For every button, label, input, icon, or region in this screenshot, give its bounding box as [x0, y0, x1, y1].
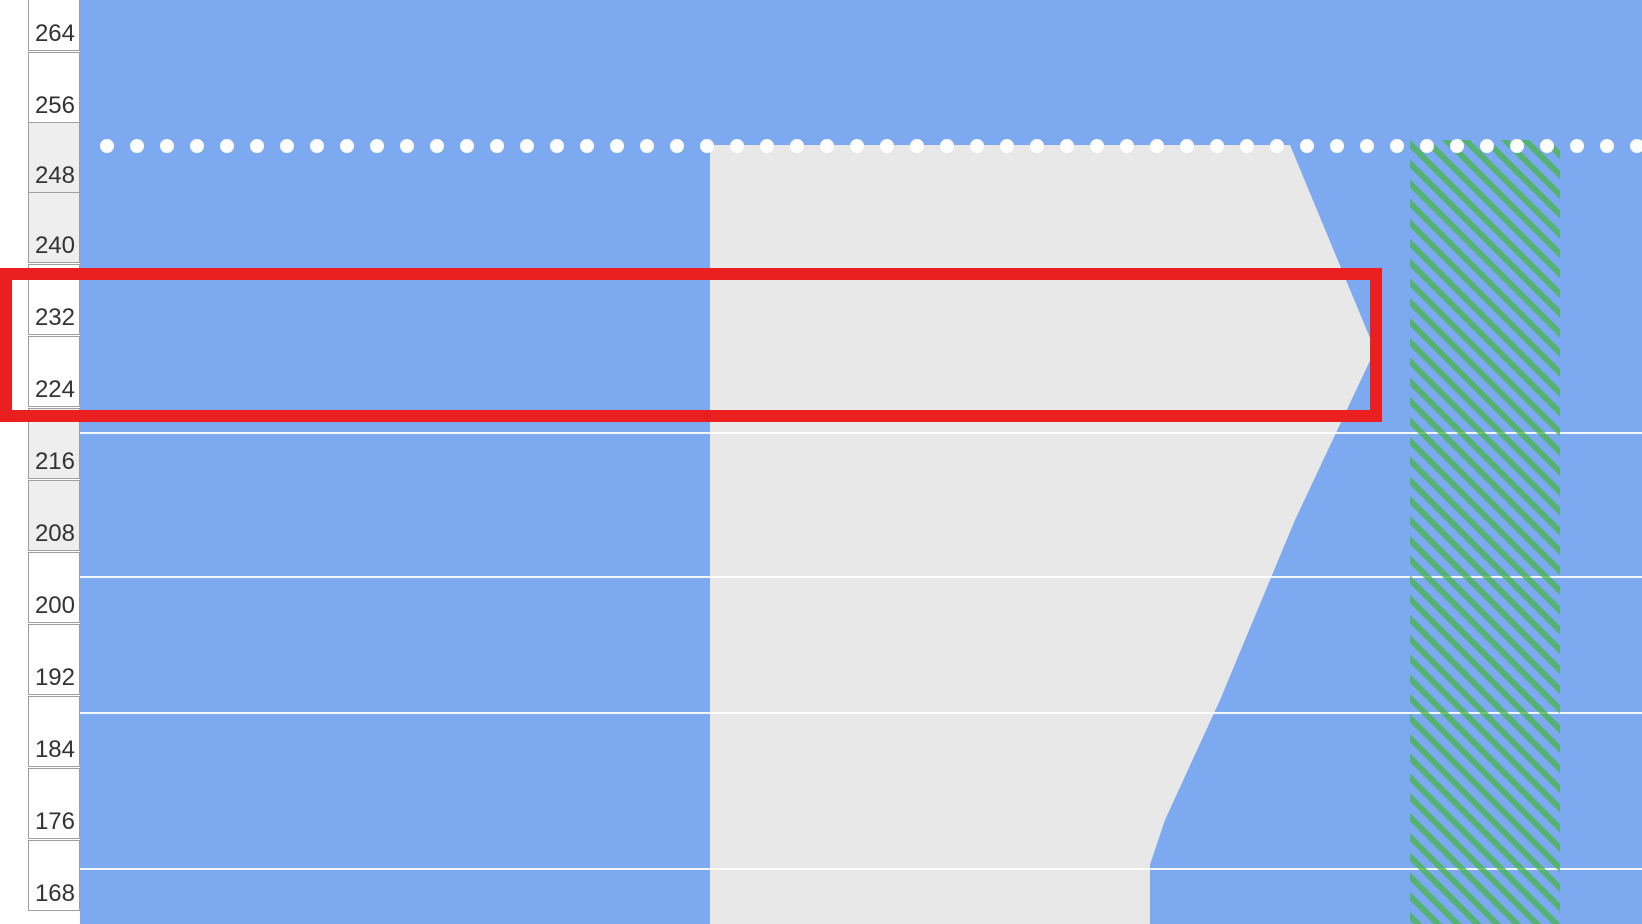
green-hatched-overlay — [1410, 140, 1560, 924]
y-tick: 176 — [28, 768, 80, 839]
threshold-dot — [970, 139, 984, 153]
threshold-dot — [460, 139, 474, 153]
threshold-dot — [400, 139, 414, 153]
threshold-dot — [1240, 139, 1254, 153]
y-tick-label: 184 — [35, 736, 75, 764]
dotted-threshold-line — [80, 136, 1642, 156]
y-tick: 192 — [28, 624, 80, 695]
threshold-dot — [520, 139, 534, 153]
threshold-dot — [160, 139, 174, 153]
plot-area[interactable] — [80, 0, 1642, 924]
y-tick-label: 264 — [35, 20, 75, 48]
threshold-dot — [1120, 139, 1134, 153]
threshold-dot — [1480, 139, 1494, 153]
threshold-dot — [730, 139, 744, 153]
threshold-dot — [580, 139, 594, 153]
threshold-dot — [220, 139, 234, 153]
threshold-dot — [610, 139, 624, 153]
y-tick: 168 — [28, 840, 80, 911]
threshold-dot — [790, 139, 804, 153]
gridline — [80, 868, 1642, 870]
threshold-dot — [700, 139, 714, 153]
threshold-dot — [1450, 139, 1464, 153]
y-tick: 264 — [28, 0, 80, 51]
threshold-dot — [760, 139, 774, 153]
threshold-dot — [1510, 139, 1524, 153]
threshold-dot — [550, 139, 564, 153]
threshold-dot — [880, 139, 894, 153]
threshold-dot — [940, 139, 954, 153]
threshold-dot — [1270, 139, 1284, 153]
threshold-dot — [1330, 139, 1344, 153]
threshold-dot — [340, 139, 354, 153]
threshold-dot — [1300, 139, 1314, 153]
y-tick: 240 — [28, 192, 80, 263]
threshold-dot — [250, 139, 264, 153]
gridline — [80, 712, 1642, 714]
threshold-dot — [100, 139, 114, 153]
threshold-dot — [1210, 139, 1224, 153]
threshold-dot — [670, 139, 684, 153]
y-tick-label: 240 — [35, 232, 75, 260]
y-axis: 264256248240232224216208200192184176168 — [28, 0, 80, 924]
y-tick-label: 216 — [35, 448, 75, 476]
y-tick: 200 — [28, 552, 80, 623]
threshold-dot — [1030, 139, 1044, 153]
threshold-dot — [1390, 139, 1404, 153]
y-tick: 248 — [28, 122, 80, 193]
threshold-dot — [1420, 139, 1434, 153]
threshold-dot — [1090, 139, 1104, 153]
y-tick-label: 248 — [35, 162, 75, 190]
threshold-dot — [910, 139, 924, 153]
threshold-dot — [850, 139, 864, 153]
threshold-dot — [1630, 139, 1642, 153]
threshold-dot — [1360, 139, 1374, 153]
threshold-dot — [310, 139, 324, 153]
threshold-dot — [1060, 139, 1074, 153]
threshold-dot — [280, 139, 294, 153]
threshold-dot — [1180, 139, 1194, 153]
y-tick: 256 — [28, 52, 80, 123]
threshold-dot — [820, 139, 834, 153]
threshold-dot — [1570, 139, 1584, 153]
gridline — [80, 576, 1642, 578]
threshold-dot — [1000, 139, 1014, 153]
y-tick-label: 200 — [35, 592, 75, 620]
threshold-dot — [190, 139, 204, 153]
y-tick: 208 — [28, 480, 80, 551]
highlight-selection-box[interactable] — [0, 268, 1382, 422]
y-tick-label: 208 — [35, 520, 75, 548]
y-tick: 184 — [28, 696, 80, 767]
gridline — [80, 432, 1642, 434]
y-tick-label: 192 — [35, 664, 75, 692]
y-tick-label: 168 — [35, 880, 75, 908]
y-tick-label: 176 — [35, 808, 75, 836]
threshold-dot — [1600, 139, 1614, 153]
y-tick-label: 256 — [35, 92, 75, 120]
threshold-dot — [130, 139, 144, 153]
threshold-dot — [370, 139, 384, 153]
threshold-dot — [1150, 139, 1164, 153]
threshold-dot — [490, 139, 504, 153]
threshold-dot — [430, 139, 444, 153]
threshold-dot — [1540, 139, 1554, 153]
threshold-dot — [640, 139, 654, 153]
